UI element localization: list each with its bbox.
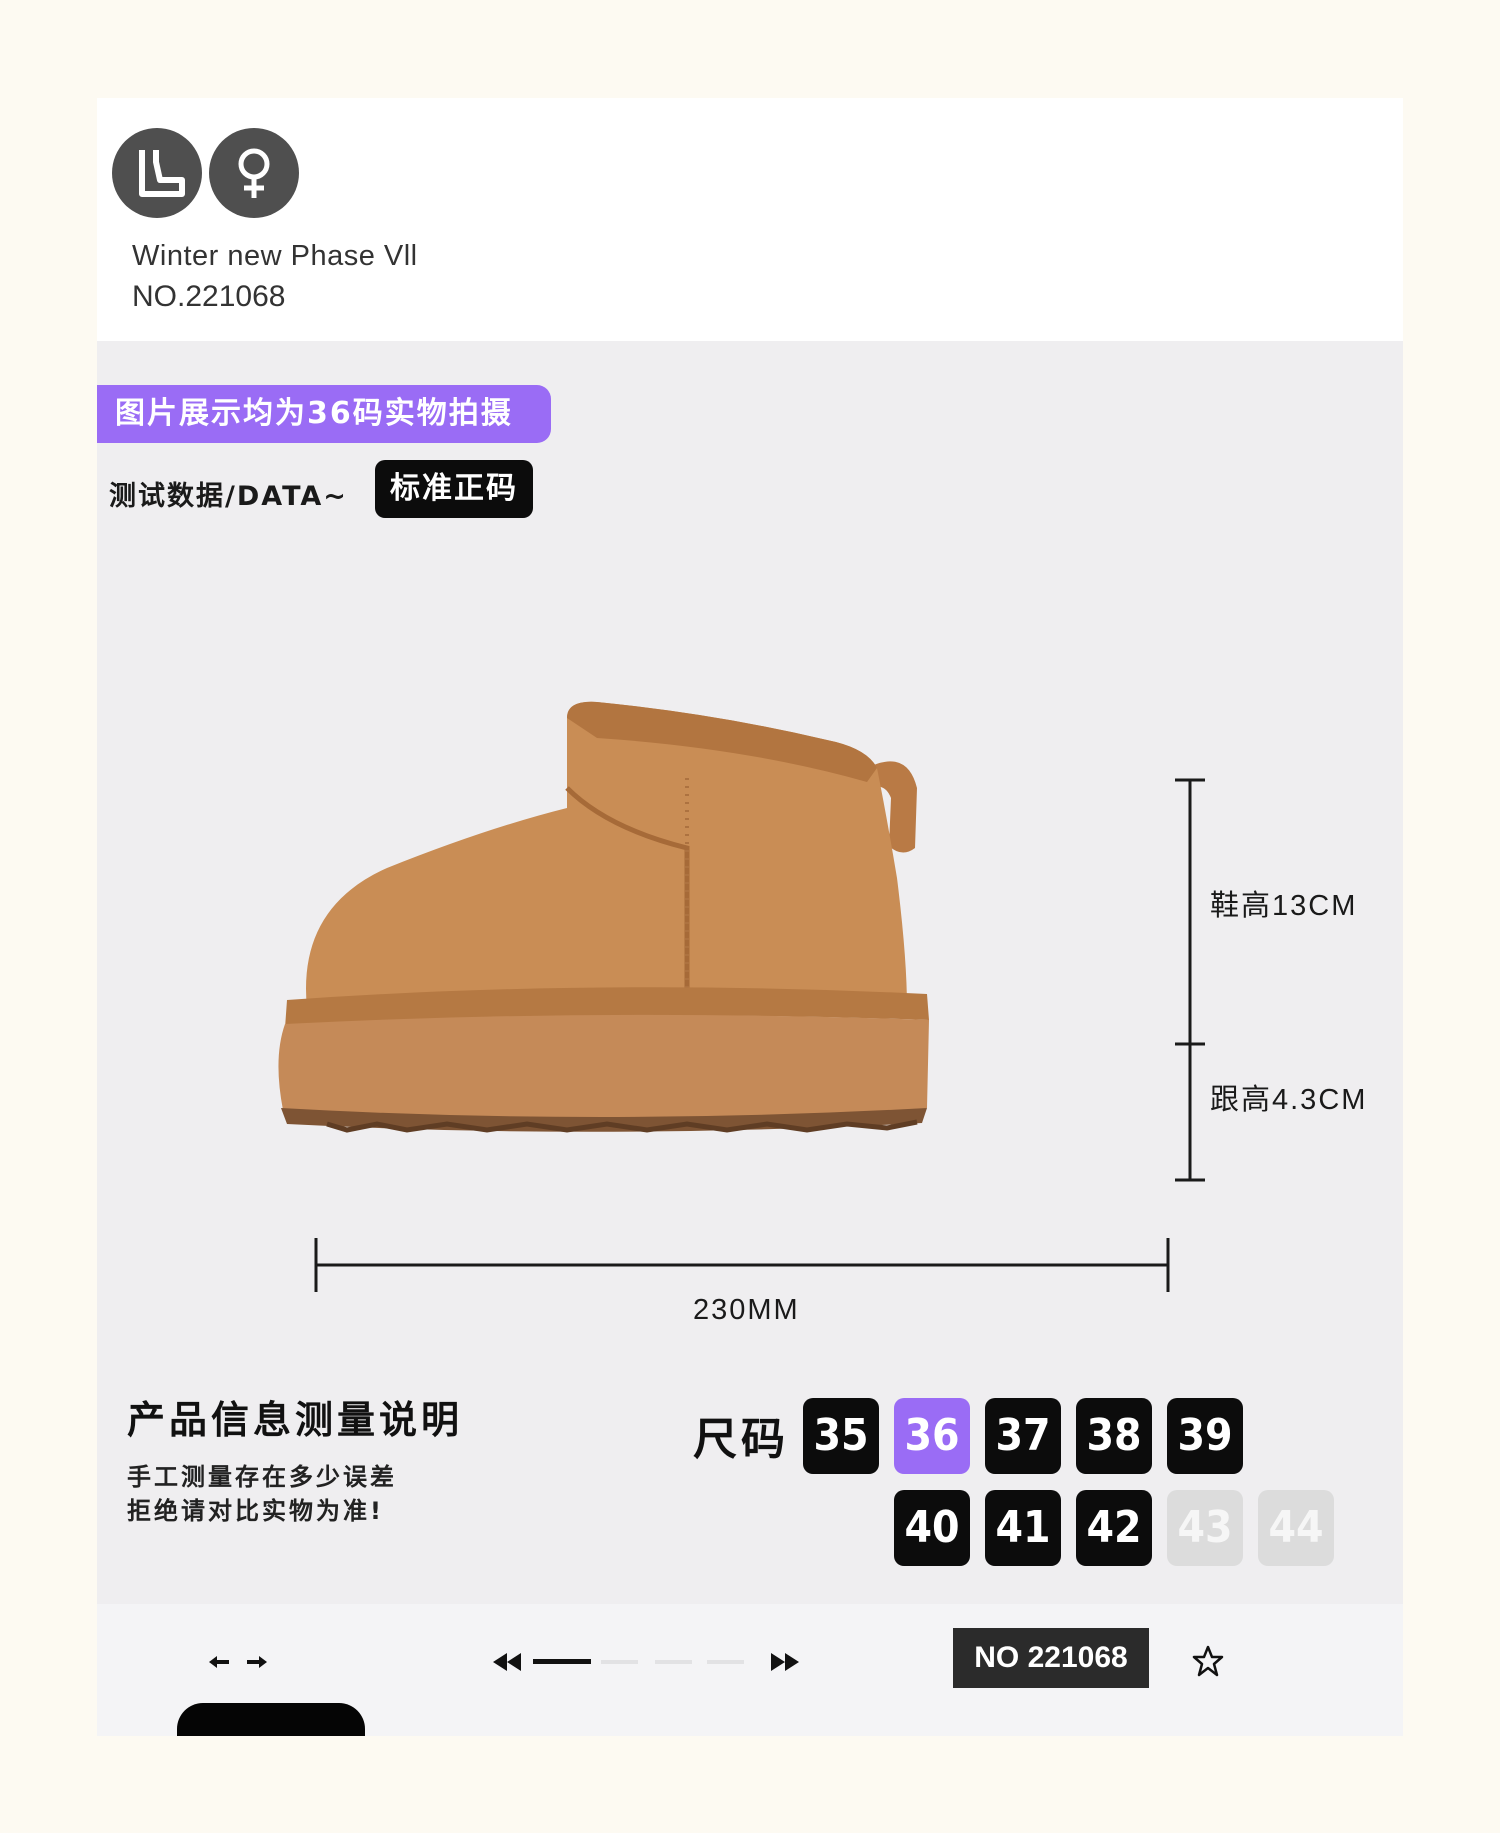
- size-option-selected[interactable]: 36: [894, 1398, 970, 1474]
- bottom-tab-button[interactable]: [177, 1703, 365, 1736]
- progress-segment: [601, 1660, 639, 1664]
- length-label: 230MM: [693, 1294, 800, 1326]
- size-option[interactable]: 42: [1076, 1490, 1152, 1566]
- progress-track: [533, 1659, 765, 1664]
- size-option-unavailable: 43: [1167, 1490, 1243, 1566]
- arrow-right-icon[interactable]: [245, 1654, 269, 1670]
- product-number-badge: NO 221068: [953, 1628, 1149, 1688]
- progress-fill: [533, 1659, 591, 1664]
- size-option[interactable]: 39: [1167, 1398, 1243, 1474]
- size-option[interactable]: 41: [985, 1490, 1061, 1566]
- rewind-icon[interactable]: [491, 1651, 527, 1673]
- product-card: Winter new Phase Vll NO.221068 图片展示均为36码…: [97, 98, 1403, 1736]
- info-note-line: 拒绝请对比实物为准!: [127, 1497, 384, 1525]
- info-note: 手工测量存在多少误差 拒绝请对比实物为准!: [127, 1460, 397, 1528]
- progress-segment: [707, 1660, 745, 1664]
- arrow-left-icon[interactable]: [207, 1654, 231, 1670]
- info-note-line: 手工测量存在多少误差: [127, 1463, 397, 1491]
- size-option-unavailable: 44: [1258, 1490, 1334, 1566]
- shoe-height-label: 鞋高13CM: [1210, 890, 1358, 922]
- fast-forward-icon[interactable]: [767, 1651, 803, 1673]
- size-option[interactable]: 40: [894, 1490, 970, 1566]
- size-label: 尺码: [693, 1414, 789, 1465]
- progress-segment: [655, 1660, 693, 1664]
- dimension-lines: [314, 778, 1205, 1292]
- size-option[interactable]: 37: [985, 1398, 1061, 1474]
- size-option[interactable]: 35: [803, 1398, 879, 1474]
- star-icon[interactable]: [1191, 1644, 1225, 1678]
- info-title: 产品信息测量说明: [127, 1398, 464, 1442]
- size-option[interactable]: 38: [1076, 1398, 1152, 1474]
- heel-height-label: 跟高4.3CM: [1210, 1084, 1368, 1116]
